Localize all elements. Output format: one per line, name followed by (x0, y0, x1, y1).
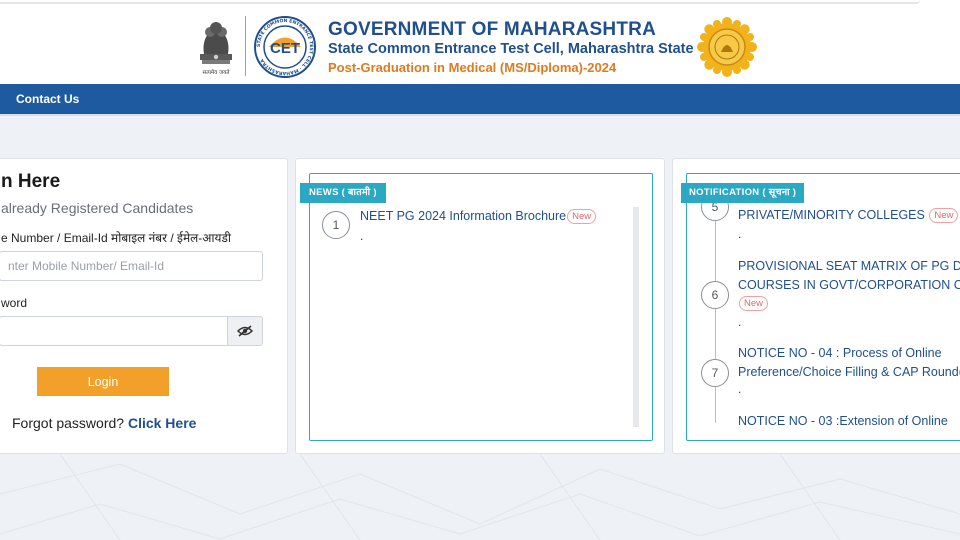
password-label: word (1, 296, 28, 310)
news-item-number: 1 (322, 211, 350, 239)
cet-logo-icon: STATE COMMON ENTRANCE TEST CELL · MAHARA… (254, 16, 316, 78)
notification-detail: . (738, 382, 742, 396)
page-tagline: Post-Graduation in Medical (MS/Diploma)-… (328, 60, 617, 75)
toggle-password-button[interactable] (227, 316, 263, 346)
cet-logo-text: CET (270, 40, 300, 57)
notification-detail: . (738, 315, 742, 329)
notification-item[interactable]: PRIVATE/MINORITY COLLEGES New (738, 206, 959, 225)
news-tag: NEWS ( बातमी ) (300, 183, 386, 203)
login-title: n Here (1, 171, 61, 192)
news-item[interactable]: NEET PG 2024 Information Brochure New (360, 209, 597, 224)
notification-tag: NOTIFICATION ( सूचना ) (681, 183, 805, 203)
forgot-password-row: Forgot password? Click Here (12, 415, 196, 431)
news-item-link[interactable]: NEET PG 2024 Information Brochure (360, 209, 566, 223)
login-subtitle: already Registered Candidates (1, 200, 194, 216)
notification-link[interactable]: NOTICE NO - 03 :Extension of Online (738, 414, 948, 428)
new-badge: New (929, 208, 959, 223)
nav-divider (0, 114, 960, 116)
login-button[interactable]: Login (37, 367, 169, 396)
new-badge: New (739, 296, 769, 311)
background-pattern (0, 454, 960, 540)
mobile-email-input[interactable] (0, 251, 263, 281)
new-badge: New (567, 209, 597, 224)
eye-slash-icon (237, 325, 253, 337)
login-card: n Here already Registered Candidates e N… (0, 158, 288, 454)
site-header: सत्यमेव जयते STATE COMMON ENTRANCE TEST … (0, 0, 960, 84)
page-subtitle: State Common Entrance Test Cell, Maharas… (328, 41, 694, 57)
news-item-detail: . (360, 229, 364, 243)
emblem-caption: सत्यमेव जयते (202, 69, 230, 76)
notification-link[interactable]: COURSES IN GOVT/CORPORATION COL (738, 276, 960, 295)
page-title: GOVERNMENT OF MAHARASHTRA (328, 19, 656, 40)
notification-detail: . (738, 227, 742, 241)
notification-link[interactable]: PRIVATE/MINORITY COLLEGES (738, 208, 925, 222)
notification-link[interactable]: NOTICE NO - 04 : Process of Online (738, 344, 960, 363)
notification-item[interactable]: PROVISIONAL SEAT MATRIX OF PG DIP COURSE… (738, 257, 960, 313)
timeline-line (715, 219, 716, 423)
news-card: NEWS ( बातमी ) 1 NEET PG 2024 Informatio… (295, 158, 665, 454)
news-scrollbar[interactable] (633, 207, 639, 427)
notification-number: 6 (701, 281, 729, 309)
national-emblem-icon: सत्यमेव जयते (200, 22, 232, 76)
forgot-password-text: Forgot password? (12, 415, 125, 431)
header-top-border (0, 0, 920, 4)
notification-number: 7 (701, 359, 729, 387)
main-navbar: Contact Us (0, 84, 960, 114)
header-divider (245, 16, 246, 76)
mobile-email-label: e Number / Email-Id मोबाइल नंबर / ईमेल-आ… (1, 231, 232, 245)
notification-item[interactable]: NOTICE NO - 04 : Process of Online Prefe… (738, 344, 960, 381)
notification-item[interactable]: NOTICE NO - 03 :Extension of Online (738, 412, 948, 431)
forgot-password-link[interactable]: Click Here (128, 415, 196, 431)
nav-contact-us[interactable]: Contact Us (16, 92, 79, 106)
notification-link[interactable]: Preference/Choice Filling & CAP Round( (738, 363, 960, 382)
password-input[interactable] (0, 316, 228, 346)
notification-link[interactable]: PROVISIONAL SEAT MATRIX OF PG DIP (738, 257, 960, 276)
notification-card: 5 NOTIFICATION ( सूचना ) PRIVATE/MINORIT… (672, 158, 960, 454)
maharashtra-seal-icon (697, 17, 757, 77)
